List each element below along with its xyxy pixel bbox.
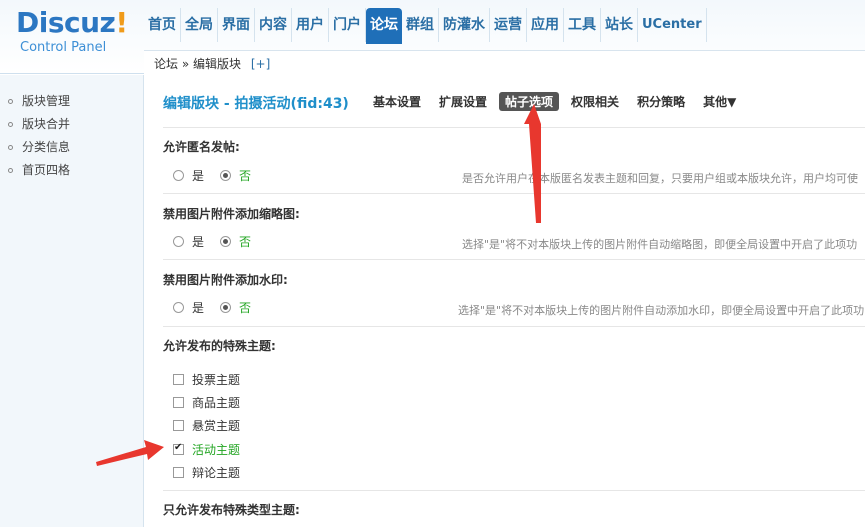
tab-other-dropdown[interactable]: 其他▼ (697, 92, 742, 111)
divider (163, 326, 865, 327)
breadcrumb-separator: » (181, 57, 190, 71)
nav-apps[interactable]: 应用 (527, 8, 564, 42)
option-special-threads: 允许发布的特殊主题: (163, 337, 865, 354)
tab-permissions[interactable]: 权限相关 (565, 92, 625, 111)
sidebar-item-threadtypes[interactable]: 分类信息 (8, 138, 70, 155)
sub-tabs: 基本设置 扩展设置 帖子选项 权限相关 积分策略 其他▼ (367, 92, 748, 111)
add-shortcut-button[interactable]: [+] (251, 57, 270, 71)
checkbox-reward[interactable]: 悬赏主题 (173, 417, 240, 434)
main-content: 编辑版块 - 拍摄活动(fid:43) 基本设置 扩展设置 帖子选项 权限相关 … (145, 75, 865, 527)
tab-extended[interactable]: 扩展设置 (433, 92, 493, 111)
option-no-watermark: 禁用图片附件添加水印: (163, 271, 865, 288)
radio-group-no-thumbnail: 是 否 (173, 233, 251, 250)
nav-ucenter[interactable]: UCenter (638, 8, 707, 42)
radio-yes[interactable] (173, 170, 184, 181)
divider (163, 259, 865, 260)
top-nav: 首页 全局 界面 内容 用户 门户 论坛 群组 防灌水 运营 应用 工具 站长 … (144, 8, 707, 44)
option-title: 允许发布的特殊主题: (163, 339, 276, 353)
nav-webmaster[interactable]: 站长 (601, 8, 638, 42)
radio-yes[interactable] (173, 236, 184, 247)
bullet-icon (8, 122, 13, 127)
divider (163, 490, 865, 491)
tab-basic[interactable]: 基本设置 (367, 92, 427, 111)
nav-forum[interactable]: 论坛 (366, 8, 402, 44)
radio-no[interactable] (220, 302, 232, 313)
radio-yes[interactable] (173, 302, 184, 313)
nav-global[interactable]: 全局 (181, 8, 218, 42)
checkbox[interactable] (173, 420, 184, 431)
bullet-icon (8, 168, 13, 173)
nav-operations[interactable]: 运营 (490, 8, 527, 42)
page-title: 编辑版块 - 拍摄活动(fid:43) (163, 96, 349, 112)
logo[interactable]: Discuz! Control Panel (16, 6, 136, 62)
option-hint: 选择"是"将不对本版块上传的图片附件自动添加水印，即便全局设置中开启了此项功 (458, 304, 865, 317)
radio-no[interactable] (220, 170, 232, 181)
breadcrumb-current: 编辑版块 (193, 57, 242, 71)
header: Discuz! Control Panel 首页 全局 界面 内容 用户 门户 … (0, 0, 865, 74)
nav-groups[interactable]: 群组 (402, 8, 439, 42)
option-title: 禁用图片附件添加水印: (163, 273, 288, 287)
radio-no[interactable] (220, 236, 232, 247)
radio-yes-label: 是 (192, 235, 205, 249)
option-only-special: 只允许发布特殊类型主题: (163, 501, 865, 518)
breadcrumb: 论坛 » 编辑版块 [+] (154, 55, 270, 72)
option-hint: 选择"是"将不对本版块上传的图片附件自动缩略图，即便全局设置中开启了此项功 (462, 238, 858, 251)
option-hint: 是否允许用户在本版匿名发表主题和回复，只要用户组或本版块允许，用户均可使 (462, 172, 858, 185)
bullet-icon (8, 99, 13, 104)
nav-portal[interactable]: 门户 (329, 8, 366, 42)
logo-subtitle: Control Panel (20, 40, 107, 55)
checkbox-poll[interactable]: 投票主题 (173, 371, 240, 388)
breadcrumb-bar: 论坛 » 编辑版块 [+] (144, 50, 865, 74)
nav-antispam[interactable]: 防灌水 (439, 8, 490, 42)
logo-brand: Discuz (16, 6, 116, 39)
nav-tools[interactable]: 工具 (564, 8, 601, 42)
tab-credits[interactable]: 积分策略 (631, 92, 691, 111)
checkbox[interactable] (173, 467, 184, 478)
radio-yes-label: 是 (192, 301, 205, 315)
checkbox-trade[interactable]: 商品主题 (173, 394, 240, 411)
option-title: 禁用图片附件添加缩略图: (163, 207, 300, 221)
nav-users[interactable]: 用户 (292, 8, 329, 42)
sidebar: 版块管理 版块合并 分类信息 首页四格 (0, 75, 144, 527)
radio-group-anonymous: 是 否 (173, 167, 251, 184)
checkbox-debate[interactable]: 辩论主题 (173, 464, 240, 481)
radio-group-no-watermark: 是 否 (173, 299, 251, 316)
divider (163, 127, 865, 128)
checkbox-activity[interactable]: 活动主题 (173, 441, 240, 458)
logo-exclaim: ! (115, 6, 128, 39)
nav-content[interactable]: 内容 (255, 8, 292, 42)
nav-home[interactable]: 首页 (144, 8, 181, 42)
divider (163, 193, 865, 194)
sidebar-item-grid[interactable]: 首页四格 (8, 161, 70, 178)
breadcrumb-root[interactable]: 论坛 (154, 57, 178, 71)
radio-no-label: 否 (239, 301, 252, 315)
option-title: 只允许发布特殊类型主题: (163, 503, 300, 517)
radio-no-label: 否 (239, 169, 252, 183)
option-anonymous: 允许匿名发帖: (163, 138, 865, 155)
nav-interface[interactable]: 界面 (218, 8, 255, 42)
checkbox-checked[interactable] (173, 442, 184, 455)
sidebar-item-forum-merge[interactable]: 版块合并 (8, 115, 70, 132)
radio-yes-label: 是 (192, 169, 205, 183)
option-title: 允许匿名发帖: (163, 140, 240, 154)
option-no-thumbnail: 禁用图片附件添加缩略图: (163, 205, 865, 222)
bullet-icon (8, 145, 13, 150)
radio-no-label: 否 (239, 235, 252, 249)
checkbox[interactable] (173, 374, 184, 385)
sidebar-item-forum-manage[interactable]: 版块管理 (8, 92, 70, 109)
checkbox[interactable] (173, 397, 184, 408)
tab-post-options[interactable]: 帖子选项 (499, 92, 560, 111)
